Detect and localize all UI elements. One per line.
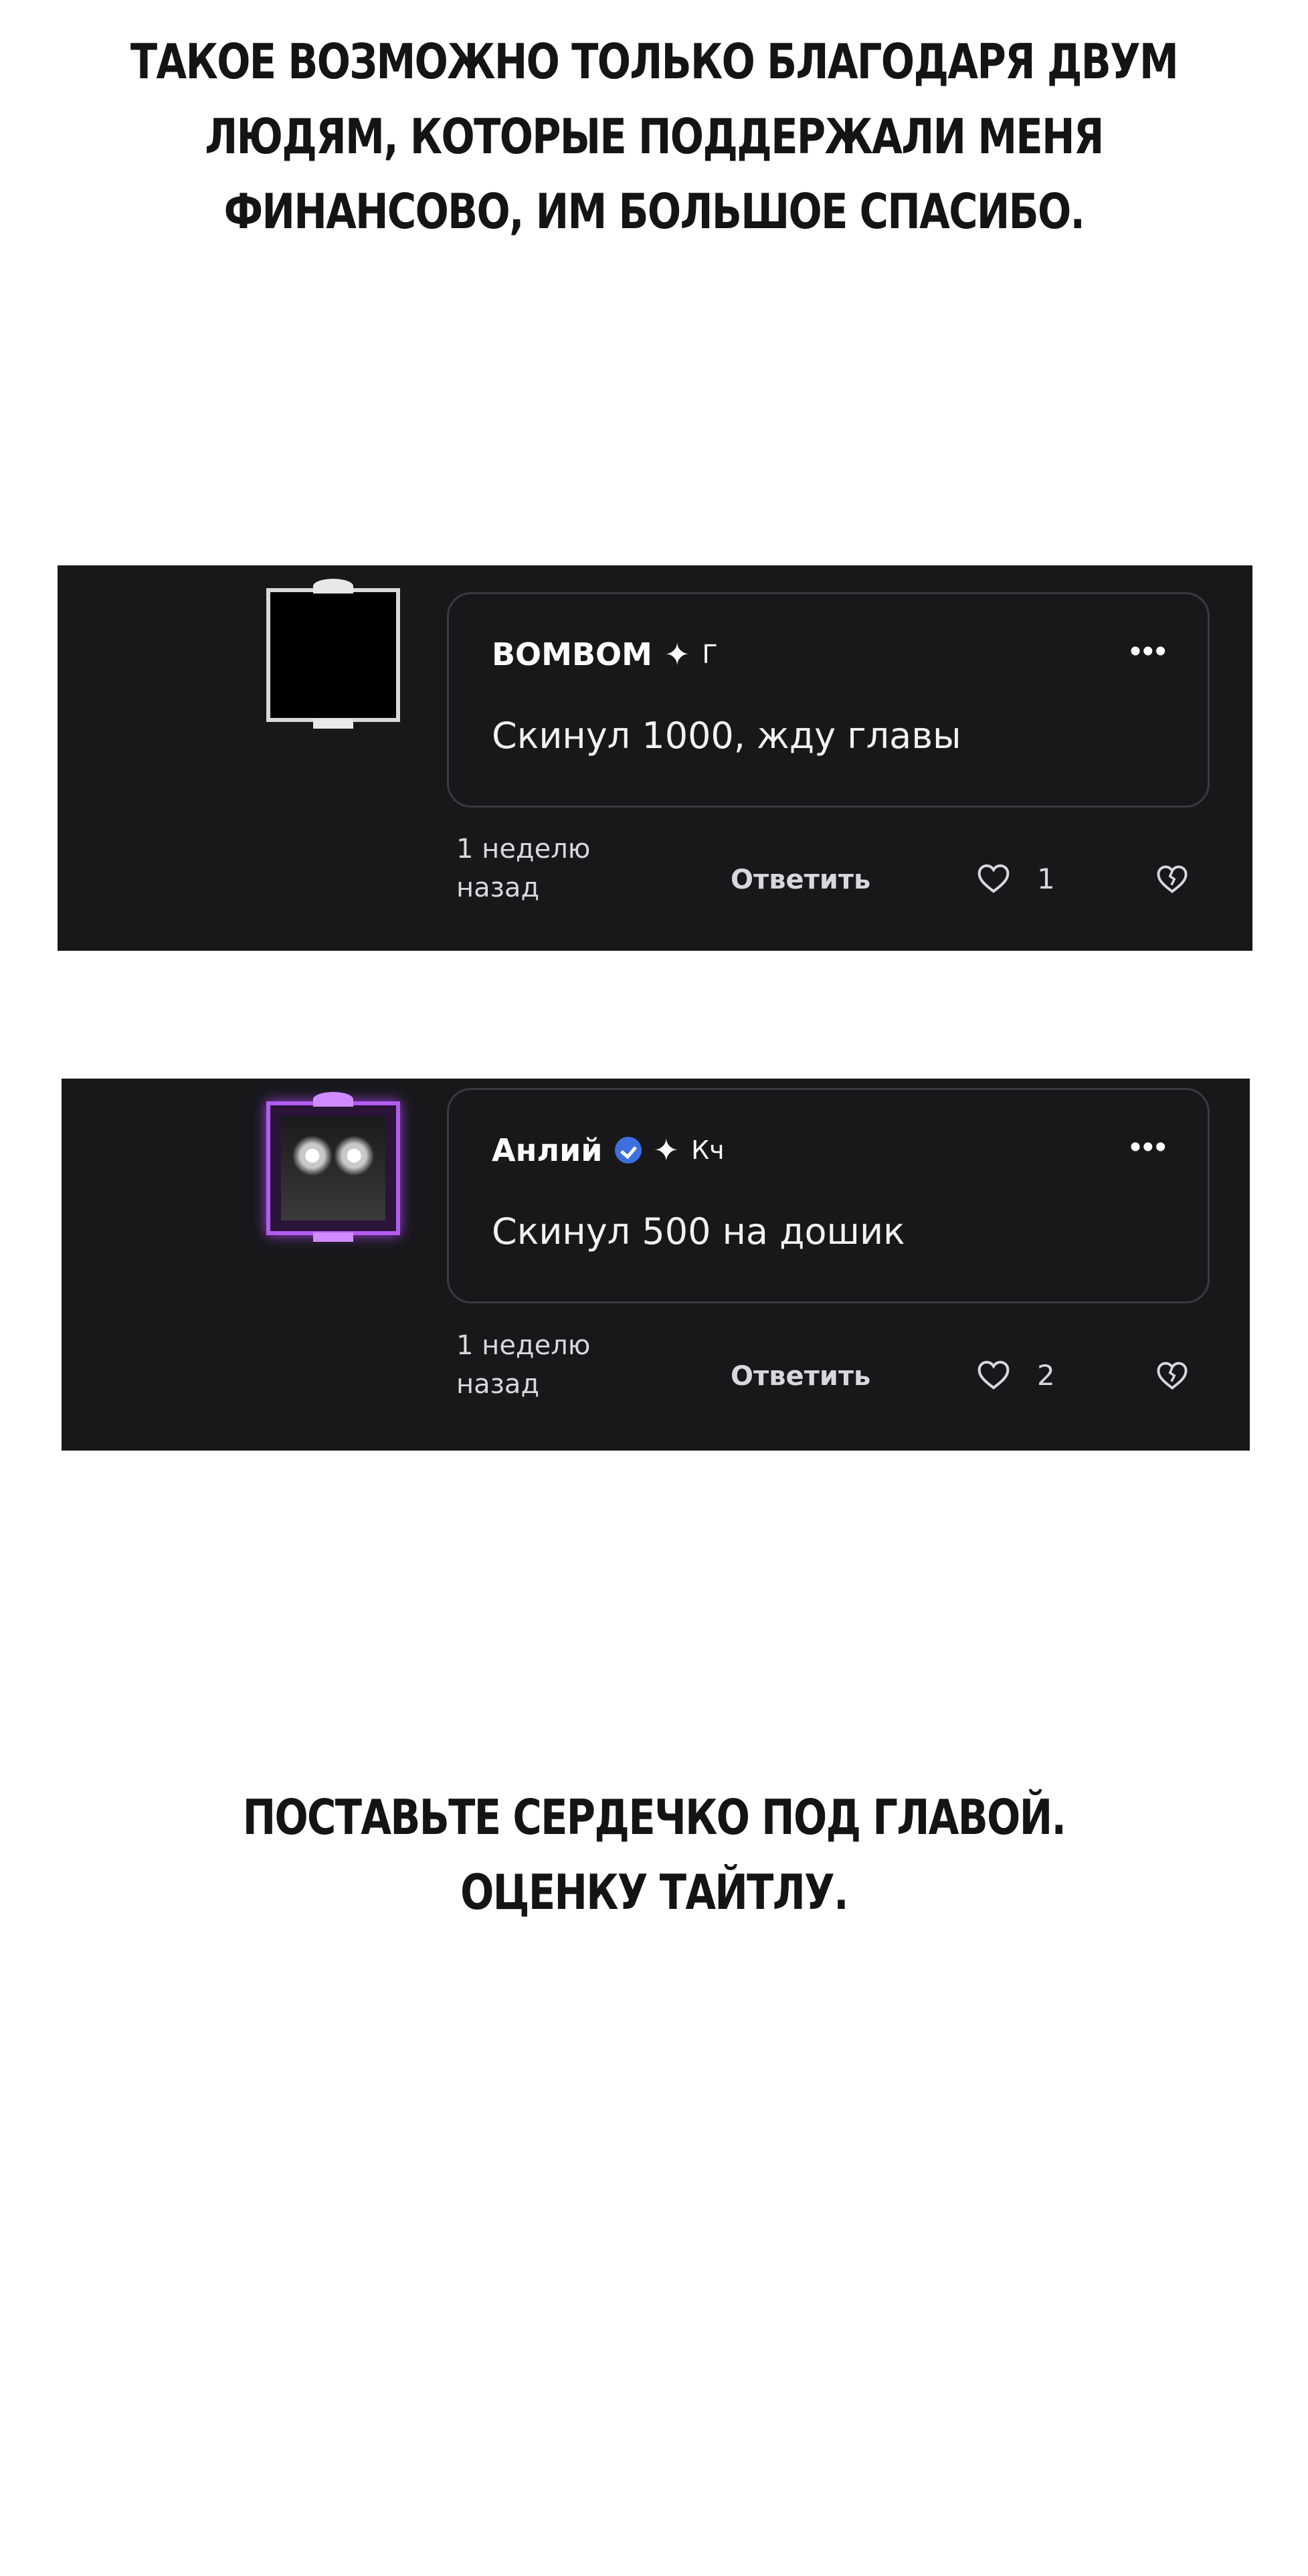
broken-heart-icon[interactable] [1155,1358,1190,1393]
timestamp-line: 1 неделю [456,1330,591,1361]
comment-card: BOMBOM ✦ Г ••• Скинул 1000, жду главы 1 … [58,565,1252,951]
caption-line: ЛЮДЯМ, КОТОРЫЕ ПОДДЕРЖАЛИ МЕНЯ [205,108,1104,165]
avatar-ornament-top [313,1092,353,1107]
heart-icon [977,1360,1010,1390]
caption-top: ТАКОЕ ВОЗМОЖНО ТОЛЬКО БЛАГОДАРЯ ДВУМ ЛЮД… [118,24,1190,249]
sparkle-icon: ✦ [653,1133,680,1168]
like-count: 2 [1037,1358,1055,1392]
author-row: Анлий ✦ Кч [492,1130,725,1170]
like-button[interactable]: 1 [975,860,1055,897]
rank-label: Кч [691,1135,725,1165]
comment-bubble: Анлий ✦ Кч ••• Скинул 500 на дошик [447,1088,1210,1303]
broken-heart-icon[interactable] [1155,862,1190,897]
more-options-icon[interactable]: ••• [1130,1131,1167,1164]
avatar[interactable] [266,1092,400,1242]
caption-line: ФИНАНСОВО, ИМ БОЛЬШОЕ СПАСИБО. [223,183,1085,240]
timestamp: 1 неделю назад [456,1326,657,1404]
like-count: 1 [1037,862,1055,895]
author-name[interactable]: Анлий [492,1132,603,1168]
reply-button[interactable]: Ответить [731,864,870,895]
comment-text: Скинул 500 на дошик [492,1210,905,1253]
comment-meta: 1 неделю назад Ответить 1 [447,823,1210,923]
heart-icon [977,864,1010,893]
timestamp: 1 неделю назад [456,830,657,907]
reply-button[interactable]: Ответить [731,1361,870,1392]
rank-label: Г [702,640,718,669]
avatar-ornament-bottom [313,1232,353,1242]
caption-line: ПОСТАВЬТЕ СЕРДЕЧКО ПОД ГЛАВОЙ. [242,1789,1066,1845]
avatar[interactable] [266,579,400,729]
comment-meta: 1 неделю назад Ответить 2 [447,1319,1210,1420]
verified-icon [614,1137,642,1164]
avatar-image [281,1116,385,1220]
sparkle-icon: ✦ [664,637,690,672]
timestamp-line: назад [456,872,540,903]
caption-line: ОЦЕНКУ ТАЙТЛУ. [460,1864,848,1920]
comment-bubble: BOMBOM ✦ Г ••• Скинул 1000, жду главы [447,592,1210,808]
avatar-image [281,603,385,707]
like-button[interactable]: 2 [975,1357,1055,1393]
caption-line: ТАКОЕ ВОЗМОЖНО ТОЛЬКО БЛАГОДАРЯ ДВУМ [130,33,1179,90]
comment-text: Скинул 1000, жду главы [492,715,961,757]
comment-card: Анлий ✦ Кч ••• Скинул 500 на дошик 1 нед… [62,1079,1250,1451]
avatar-ornament-top [313,579,353,593]
author-name[interactable]: BOMBOM [492,636,652,672]
author-row: BOMBOM ✦ Г [492,634,718,674]
avatar-ornament-bottom [313,719,353,729]
caption-bottom: ПОСТАВЬТЕ СЕРДЕЧКО ПОД ГЛАВОЙ. ОЦЕНКУ ТА… [118,1780,1190,1930]
more-options-icon[interactable]: ••• [1130,636,1167,668]
timestamp-line: 1 неделю [456,834,591,864]
timestamp-line: назад [456,1369,540,1400]
